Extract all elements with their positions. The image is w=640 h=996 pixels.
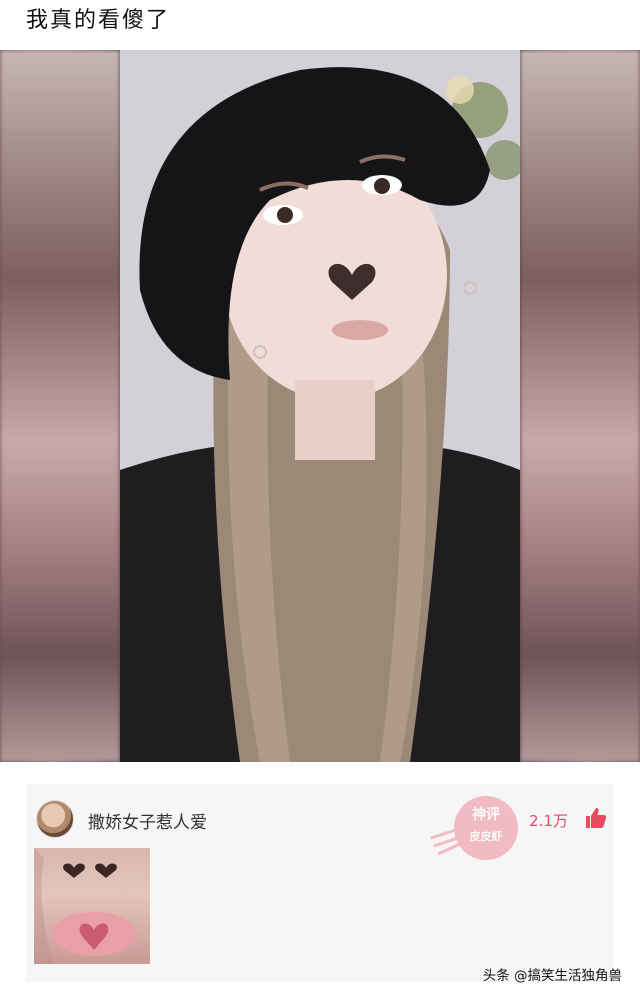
hot-comment-stamp: 神评 皮皮虾 [426,788,526,868]
stamp-top-text: 神评 [472,807,500,823]
thumbs-up-icon[interactable] [584,806,608,830]
avatar[interactable] [36,800,74,838]
like-count: 2.1万 [529,812,568,830]
blurred-background-right [520,50,640,762]
video-frame[interactable] [120,50,520,762]
post-video[interactable] [0,50,640,762]
top-comment-card: 撒娇女子惹人爱 神评 皮皮虾 2.1万 [26,784,614,982]
comment-photo [34,848,136,964]
comment-image[interactable] [34,848,150,964]
post-title: 我真的看傻了 [26,8,171,33]
comment-username[interactable]: 撒娇女子惹人爱 [88,808,207,833]
source-watermark: 头条 @搞笑生活独角兽 [482,968,622,984]
stamp-bottom-text: 皮皮虾 [469,830,503,843]
portrait-illustration [120,50,520,762]
blurred-background-left [0,50,120,762]
